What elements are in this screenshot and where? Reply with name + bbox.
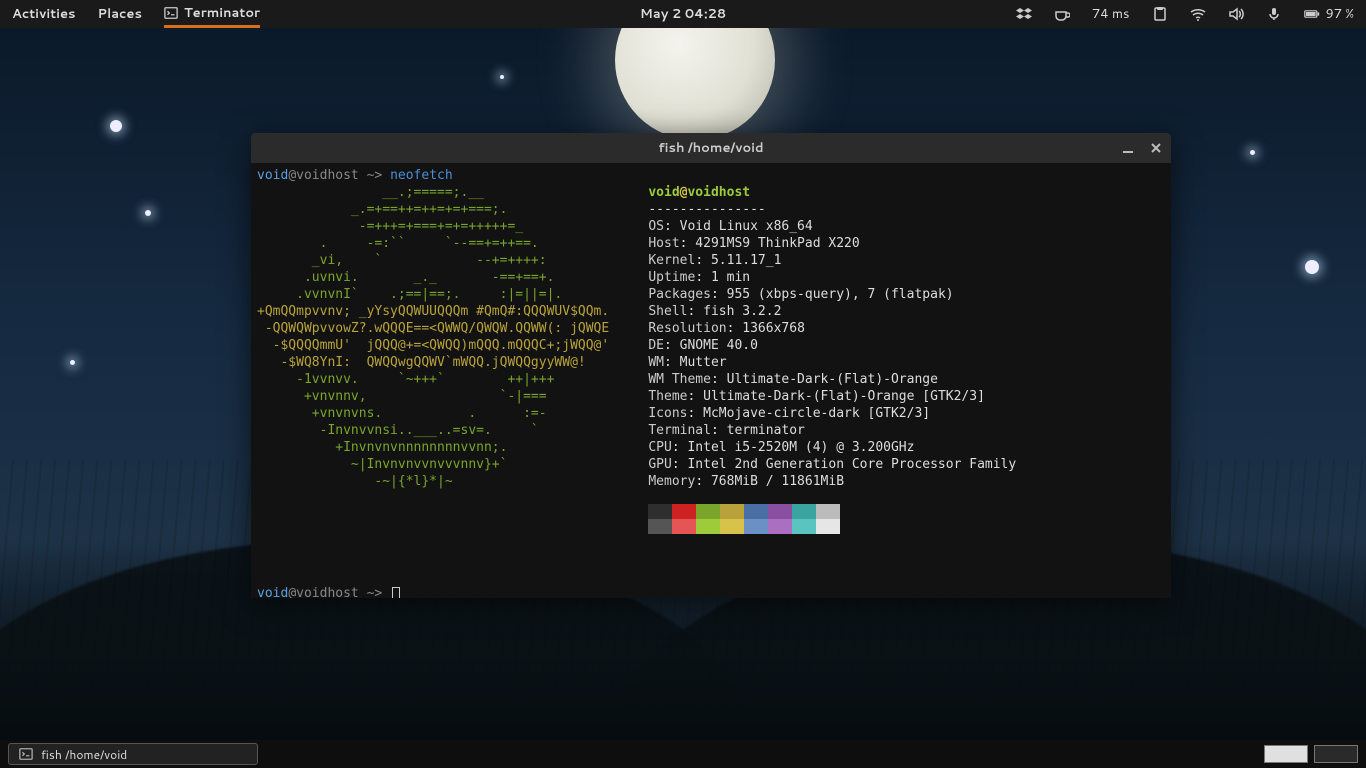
clipboard-icon bbox=[1152, 6, 1168, 22]
terminal-content[interactable]: void@voidhost ~> neofetch __.;=====;.__ … bbox=[251, 163, 1171, 598]
latency-indicator[interactable]: 74 ms bbox=[1092, 5, 1130, 23]
window-titlebar[interactable]: fish /home/void bbox=[251, 133, 1171, 163]
coffee-icon bbox=[1054, 6, 1070, 22]
battery-percent: 97 % bbox=[1326, 5, 1355, 23]
close-button[interactable] bbox=[1149, 141, 1163, 155]
workspace-1[interactable] bbox=[1264, 745, 1308, 763]
bottom-taskbar: fish /home/void bbox=[0, 740, 1366, 768]
taskbar-entry-label: fish /home/void bbox=[41, 746, 127, 763]
terminal-window: fish /home/void void@voidhost ~> neofetc… bbox=[251, 133, 1171, 598]
terminal-icon bbox=[164, 6, 178, 20]
minimize-button[interactable] bbox=[1121, 141, 1135, 155]
workspace-switcher[interactable] bbox=[1264, 745, 1358, 763]
battery-icon bbox=[1304, 6, 1320, 22]
star bbox=[70, 360, 75, 365]
speaker-icon bbox=[1228, 6, 1244, 22]
wifi-indicator[interactable] bbox=[1190, 6, 1206, 22]
caffeine-indicator[interactable] bbox=[1054, 6, 1070, 22]
volume-indicator[interactable] bbox=[1228, 6, 1244, 22]
battery-indicator[interactable]: 97 % bbox=[1304, 5, 1355, 23]
star bbox=[1305, 260, 1319, 274]
terminal-icon bbox=[19, 747, 33, 761]
dropbox-indicator[interactable] bbox=[1016, 6, 1032, 22]
workspace-2[interactable] bbox=[1314, 745, 1358, 763]
star bbox=[110, 120, 122, 132]
activities-button[interactable]: Activities bbox=[12, 5, 76, 23]
star bbox=[145, 210, 151, 216]
window-title: fish /home/void bbox=[658, 139, 763, 157]
microphone-icon bbox=[1266, 6, 1282, 22]
places-menu[interactable]: Places bbox=[98, 5, 142, 23]
wifi-icon bbox=[1190, 6, 1206, 22]
current-app-label: Terminator bbox=[184, 4, 260, 22]
clipboard-indicator[interactable] bbox=[1152, 6, 1168, 22]
star bbox=[500, 75, 504, 79]
microphone-indicator[interactable] bbox=[1266, 6, 1282, 22]
star bbox=[1250, 150, 1255, 155]
gnome-topbar: Activities Places Terminator May 2 04:28… bbox=[0, 0, 1366, 28]
current-app-menu[interactable]: Terminator bbox=[164, 4, 260, 28]
taskbar-entry[interactable]: fish /home/void bbox=[8, 743, 258, 765]
clock[interactable]: May 2 04:28 bbox=[640, 5, 726, 23]
dropbox-icon bbox=[1016, 6, 1032, 22]
